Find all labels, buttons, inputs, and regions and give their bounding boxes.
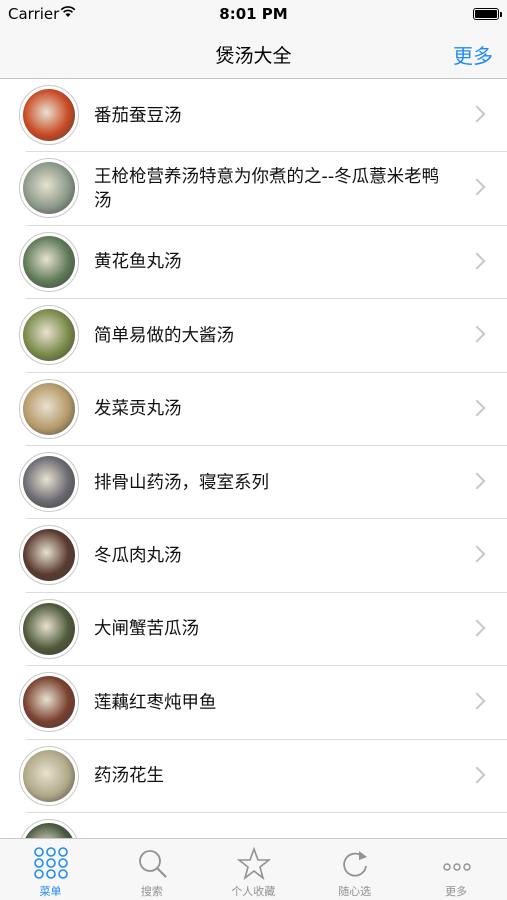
list-item[interactable]: 冬瓜肉丸汤 xyxy=(0,519,507,593)
list-item[interactable]: 莲藕红枣炖甲鱼 xyxy=(0,666,507,740)
recipe-thumbnail xyxy=(19,378,79,439)
recipe-photo xyxy=(23,529,75,582)
battery-icon xyxy=(473,8,502,20)
recipe-title: 大闸蟹苦瓜汤 xyxy=(94,619,199,640)
chevron-right-icon xyxy=(468,178,486,196)
recipe-thumbnail xyxy=(19,598,79,659)
recipe-title: 发菜贡丸汤 xyxy=(94,399,182,420)
recipe-thumbnail xyxy=(19,85,79,145)
battery-level xyxy=(475,10,497,18)
recipe-title xyxy=(94,813,455,839)
recipe-photo xyxy=(23,602,75,655)
list-item[interactable]: 药汤花生 xyxy=(0,740,507,813)
list-item[interactable]: 大闸蟹苦瓜汤 xyxy=(0,593,507,667)
recipe-title: 王枪枪营养汤特意为你煮的之--冬瓜薏米老鸭汤 xyxy=(94,167,440,212)
chevron-right-icon xyxy=(468,545,486,563)
recipe-photo xyxy=(23,162,75,215)
list-item[interactable] xyxy=(0,813,507,839)
recipe-thumbnail xyxy=(19,305,79,366)
recipe-thumbnail xyxy=(19,525,79,586)
status-bar: Carrier 8:01 PM xyxy=(0,0,507,28)
recipe-photo xyxy=(23,235,75,288)
tab-bar: 菜单 搜索 个人收藏 随心选 更多 xyxy=(0,838,507,900)
recipe-thumbnail xyxy=(19,745,79,806)
tab-label: 个人收藏 xyxy=(231,885,276,898)
recipe-thumbnail xyxy=(19,158,79,219)
list-item[interactable]: 王枪枪营养汤特意为你煮的之--冬瓜薏米老鸭汤 xyxy=(0,152,507,226)
list-item[interactable]: 番茄蚕豆汤 xyxy=(0,79,507,153)
tab-label: 随心选 xyxy=(338,885,372,898)
recipe-title: 黄花鱼丸汤 xyxy=(94,252,182,273)
recipe-thumbnail xyxy=(19,451,79,512)
chevron-right-icon xyxy=(468,325,486,343)
chevron-right-icon xyxy=(468,472,486,490)
recipe-title: 排骨山药汤，寝室系列 xyxy=(94,472,269,493)
more-button[interactable]: 更多 xyxy=(453,40,493,69)
recipe-photo xyxy=(23,676,75,729)
search-icon xyxy=(134,847,170,881)
more-icon xyxy=(439,847,475,881)
recipe-photo xyxy=(23,749,75,802)
refresh-icon xyxy=(337,847,373,881)
recipe-photo xyxy=(23,455,75,508)
recipe-photo xyxy=(23,382,75,435)
chevron-right-icon xyxy=(468,619,486,637)
recipe-thumbnail xyxy=(19,231,79,292)
recipe-title: 简单易做的大酱汤 xyxy=(94,325,234,346)
recipe-thumbnail xyxy=(19,818,79,839)
status-time: 8:01 PM xyxy=(219,5,288,23)
recipe-photo xyxy=(23,822,75,839)
page-title: 煲汤大全 xyxy=(215,45,292,67)
recipe-photo xyxy=(23,309,75,362)
tab-label: 更多 xyxy=(445,885,468,898)
list-item[interactable]: 简单易做的大酱汤 xyxy=(0,299,507,373)
star-icon xyxy=(236,846,272,881)
recipe-thumbnail xyxy=(19,672,79,733)
tab-refresh[interactable]: 随心选 xyxy=(304,839,405,900)
list-item[interactable]: 发菜贡丸汤 xyxy=(0,373,507,446)
chevron-right-icon xyxy=(468,105,486,123)
recipe-list[interactable]: 番茄蚕豆汤王枪枪营养汤特意为你煮的之--冬瓜薏米老鸭汤黄花鱼丸汤简单易做的大酱汤… xyxy=(0,79,507,839)
grid-icon xyxy=(33,847,69,881)
list-item[interactable]: 排骨山药汤，寝室系列 xyxy=(0,446,507,520)
recipe-title: 番茄蚕豆汤 xyxy=(94,105,182,126)
chevron-right-icon xyxy=(468,252,486,270)
tab-star[interactable]: 个人收藏 xyxy=(203,839,304,900)
chevron-right-icon xyxy=(468,399,486,417)
recipe-photo xyxy=(23,89,75,141)
recipe-title: 冬瓜肉丸汤 xyxy=(94,546,182,567)
tab-grid[interactable]: 菜单 xyxy=(0,839,101,900)
tab-search[interactable]: 搜索 xyxy=(101,839,202,900)
list-item[interactable]: 黄花鱼丸汤 xyxy=(0,226,507,300)
tab-label: 菜单 xyxy=(39,885,62,898)
tab-more[interactable]: 更多 xyxy=(406,839,507,900)
navigation-bar: 煲汤大全 更多 xyxy=(0,28,507,79)
tab-label: 搜索 xyxy=(140,885,163,898)
chevron-right-icon xyxy=(468,766,486,784)
recipe-title: 莲藕红枣炖甲鱼 xyxy=(94,692,217,713)
chevron-right-icon xyxy=(468,692,486,710)
recipe-title: 药汤花生 xyxy=(94,766,164,787)
